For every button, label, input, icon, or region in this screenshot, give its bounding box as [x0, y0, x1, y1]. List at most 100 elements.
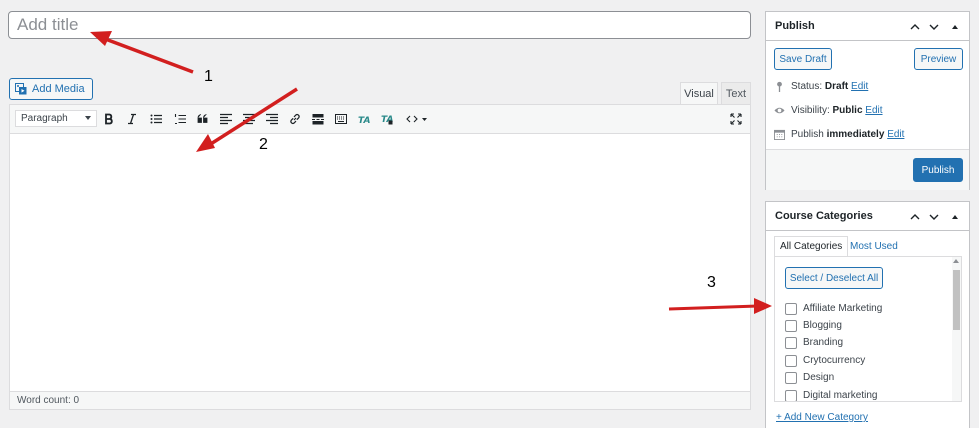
triangle-up-icon [952, 215, 958, 219]
chevron-up-icon [910, 214, 920, 220]
move-up-button[interactable] [909, 20, 921, 32]
calendar-icon [774, 129, 785, 140]
link-icon [290, 114, 300, 124]
category-item[interactable]: Branding [785, 335, 843, 350]
status-value: Draft [824, 80, 849, 92]
bold-icon [105, 113, 113, 125]
tab-most-used[interactable]: Most Used [845, 236, 903, 256]
title-input[interactable] [8, 11, 751, 39]
align-center-icon [243, 113, 255, 125]
category-label: Affiliate Marketing [803, 303, 883, 314]
bulleted-list-button[interactable] [147, 110, 165, 128]
category-label: Blogging [803, 320, 842, 331]
status-edit-link[interactable]: Edit [851, 81, 868, 92]
read-more-button[interactable] [309, 110, 327, 128]
category-checkbox[interactable] [785, 371, 797, 384]
content-editor[interactable]: Paragraph TA TA Word count: 0 [9, 104, 751, 410]
category-checklist: Select / Deselect All Affiliate Marketin… [774, 256, 962, 402]
category-scrollbar[interactable] [952, 257, 961, 401]
numbered-list-icon [174, 114, 186, 125]
ta-text-icon: TA [358, 116, 370, 125]
schedule-value: immediately [826, 128, 885, 140]
add-media-label: Add Media [32, 83, 85, 95]
add-media-button[interactable]: Add Media [9, 78, 93, 100]
category-item[interactable]: Digital marketing [785, 388, 878, 401]
category-checkbox[interactable] [785, 336, 797, 349]
status-row: Status: Draft Edit [774, 78, 868, 94]
save-draft-button[interactable]: Save Draft [774, 48, 832, 70]
align-right-button[interactable] [263, 110, 281, 128]
course-categories-box: Course Categories All Categories Most Us… [765, 201, 970, 428]
fullscreen-icon [730, 113, 742, 125]
align-center-button[interactable] [240, 110, 258, 128]
schedule-label: Publish [791, 128, 824, 140]
chevron-up-icon [910, 24, 920, 30]
format-select-value: Paragraph [21, 113, 68, 124]
numbered-list-button[interactable] [171, 110, 189, 128]
pin-icon [777, 81, 782, 92]
toolbar-toggle-button[interactable] [332, 110, 350, 128]
align-left-icon [220, 113, 232, 125]
category-label: Design [803, 372, 835, 383]
read-more-icon [312, 114, 324, 125]
scroll-up-arrow-icon[interactable] [953, 259, 959, 263]
ta-toggle-button[interactable]: TA [378, 110, 396, 128]
code-button[interactable] [402, 110, 432, 128]
tab-visual[interactable]: Visual [680, 82, 718, 104]
publish-box: Publish Save Draft Preview Status: Draft… [765, 11, 970, 190]
category-item[interactable]: Blogging [785, 318, 842, 333]
category-label: Branding [803, 337, 844, 348]
categories-heading: Course Categories [775, 210, 873, 222]
category-checkbox[interactable] [785, 354, 797, 367]
add-media-icon [15, 83, 27, 95]
align-left-button[interactable] [217, 110, 235, 128]
insert-link-button[interactable] [286, 110, 304, 128]
blockquote-icon [197, 114, 208, 123]
category-label: Digital marketing [803, 390, 878, 401]
scrollbar-thumb[interactable] [953, 270, 960, 330]
ta-text-button[interactable]: TA [355, 110, 373, 128]
format-select[interactable]: Paragraph [15, 110, 97, 127]
fullscreen-button[interactable] [727, 110, 745, 128]
category-item[interactable]: Affiliate Marketing [785, 301, 882, 316]
category-label: Crytocurrency [803, 355, 866, 366]
italic-button[interactable] [123, 110, 141, 128]
bold-button[interactable] [100, 110, 118, 128]
visibility-label: Visibility: [791, 104, 830, 116]
tab-all-categories[interactable]: All Categories [774, 236, 849, 256]
chevron-down-icon [929, 24, 939, 30]
add-new-category-link[interactable]: + Add New Category [776, 412, 868, 423]
chevron-down-icon [929, 214, 939, 220]
chevron-down-icon [85, 116, 91, 120]
category-checkbox[interactable] [785, 319, 797, 332]
editor-toolbar: Paragraph TA TA [10, 105, 750, 134]
code-icon [406, 115, 427, 123]
visibility-edit-link[interactable]: Edit [865, 105, 882, 116]
triangle-up-icon [952, 25, 958, 29]
move-down-button[interactable] [928, 20, 940, 32]
category-checkbox[interactable] [785, 389, 797, 401]
category-checkbox[interactable] [785, 302, 797, 315]
collapse-toggle-button[interactable] [949, 20, 961, 32]
collapse-toggle-button[interactable] [949, 210, 961, 222]
blockquote-button[interactable] [194, 110, 212, 128]
move-down-button[interactable] [928, 210, 940, 222]
schedule-row: Publish immediately Edit [774, 126, 904, 142]
visibility-value: Public [832, 104, 863, 116]
category-item[interactable]: Crytocurrency [785, 353, 865, 368]
eye-icon [774, 107, 785, 113]
align-right-icon [266, 113, 278, 125]
publish-actions: Publish [766, 149, 969, 190]
publish-heading: Publish [775, 20, 815, 32]
tab-text[interactable]: Text [721, 82, 751, 104]
select-deselect-all-button[interactable]: Select / Deselect All [785, 267, 883, 289]
move-up-button[interactable] [909, 210, 921, 222]
visibility-row: Visibility: Public Edit [774, 102, 883, 118]
category-item[interactable]: Design [785, 370, 834, 385]
preview-button[interactable]: Preview [914, 48, 963, 70]
schedule-edit-link[interactable]: Edit [887, 129, 904, 140]
publish-button[interactable]: Publish [913, 158, 963, 182]
italic-icon [128, 113, 136, 125]
status-label: Status: [791, 80, 823, 92]
word-count: Word count: 0 [10, 391, 750, 409]
